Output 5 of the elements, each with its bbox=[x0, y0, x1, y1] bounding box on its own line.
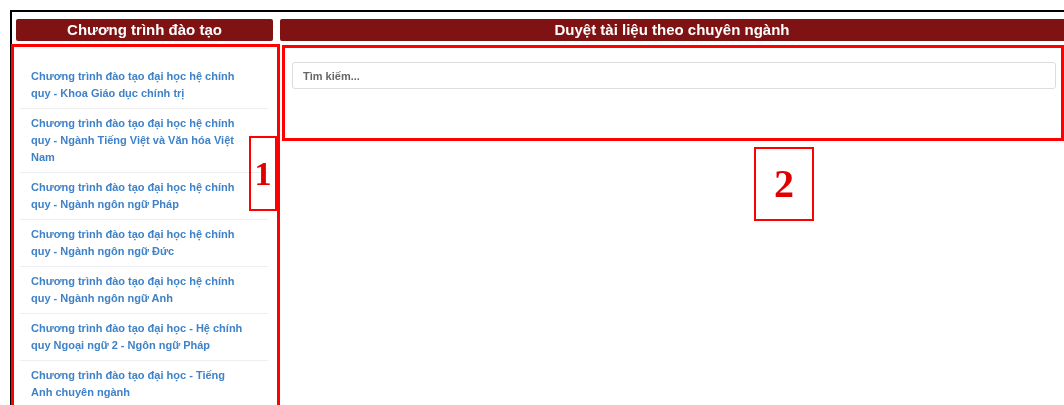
panel-header: Chương trình đào tạo bbox=[16, 19, 273, 41]
search-field[interactable]: Tìm kiếm... bbox=[292, 62, 1056, 89]
callout-number: 2 bbox=[754, 147, 814, 221]
callout-number: 1 bbox=[249, 136, 277, 211]
panel-header: Duyệt tài liệu theo chuyên ngành bbox=[280, 19, 1064, 41]
